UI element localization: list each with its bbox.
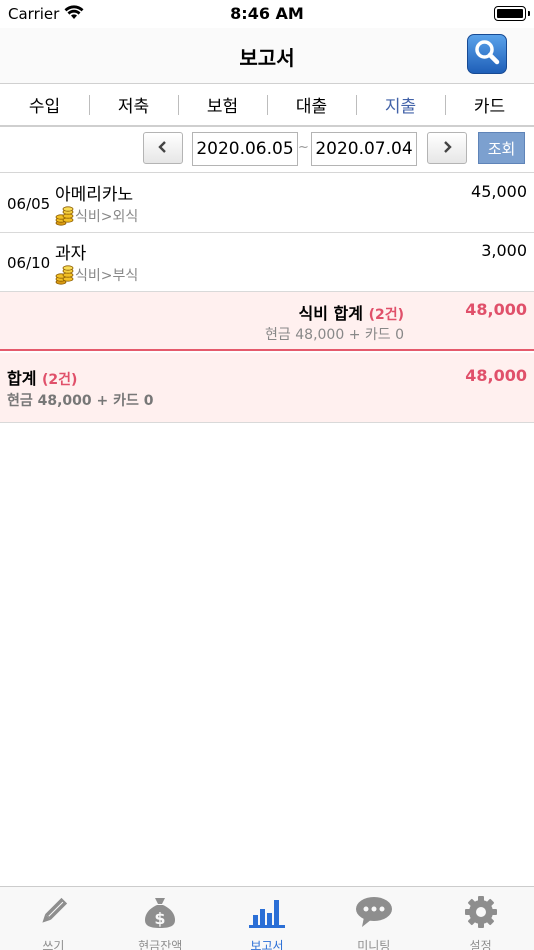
chevron-right-icon — [442, 139, 452, 158]
entry-amount: 45,000 — [471, 182, 527, 201]
query-button[interactable]: 조회 — [478, 132, 525, 164]
search-button[interactable] — [467, 34, 507, 74]
tab-label: 저축 — [117, 97, 150, 117]
tab-settings[interactable]: 설정 — [427, 887, 534, 950]
tab-label: 카드 — [473, 97, 506, 117]
total-label: 합계 — [7, 369, 37, 388]
date-filter: 2020.06.05 ~ 2020.07.04 조회 — [0, 127, 534, 173]
coins-icon — [55, 265, 74, 289]
tab-loan[interactable]: 대출 — [267, 84, 356, 125]
tab-bar-label: 보고서 — [250, 939, 284, 950]
entry-name: 아메리카노 — [55, 185, 134, 205]
entry-amount: 3,000 — [481, 241, 527, 260]
bottom-tab-bar: 쓰기 $ 현금잔액 보고서 미니팅 설정 — [0, 886, 534, 950]
end-date-value: 2020.07.04 — [315, 139, 413, 159]
status-bar: Carrier 8:46 AM — [0, 0, 534, 28]
date-separator: ~ — [298, 140, 309, 155]
page-title: 보고서 — [239, 46, 295, 70]
entry-date: 06/05 — [7, 195, 51, 213]
navigation-bar: 보고서 — [0, 28, 534, 84]
chat-bubble-icon — [354, 895, 394, 933]
tab-income[interactable]: 수입 — [0, 84, 89, 125]
subtotal-count: (2건) — [368, 307, 404, 323]
money-bag-icon: $ — [143, 895, 177, 933]
next-period-button[interactable] — [427, 132, 467, 164]
entry-date: 06/10 — [7, 254, 51, 272]
tab-expense[interactable]: 지출 — [356, 84, 445, 125]
pencil-icon — [36, 895, 70, 933]
entry-name: 과자 — [55, 244, 87, 264]
total-amount: 48,000 — [465, 366, 527, 385]
clock: 8:46 AM — [230, 4, 304, 23]
grand-total: 합계 (2건) 48,000 현금 48,000 + 카드 0 — [0, 353, 534, 423]
chevron-left-icon — [158, 139, 168, 158]
tab-meeting[interactable]: 미니팅 — [320, 887, 427, 950]
entry-category: 식비>외식 — [75, 209, 139, 225]
tab-report[interactable]: 보고서 — [214, 887, 321, 950]
start-date-field[interactable]: 2020.06.05 — [192, 132, 298, 166]
total-count: (2건) — [42, 372, 78, 388]
tab-bar-label: 미니팅 — [357, 939, 391, 950]
entry-category: 식비>부식 — [75, 268, 139, 284]
subtotal-detail: 현금 48,000 + 카드 0 — [265, 327, 404, 343]
list-item[interactable]: 06/10 과자 식비>부식 3,000 — [0, 233, 534, 292]
total-label-group: 합계 (2건) — [7, 365, 77, 389]
svg-text:$: $ — [155, 909, 166, 928]
tab-insurance[interactable]: 보험 — [178, 84, 267, 125]
report-screen: Carrier 8:46 AM 보고서 수입 저축 보험 대출 지출 카드 20… — [0, 0, 534, 950]
tab-label: 대출 — [295, 97, 328, 117]
tab-label: 보험 — [206, 97, 239, 117]
previous-period-button[interactable] — [143, 132, 183, 164]
tab-bar-label: 현금잔액 — [138, 939, 183, 950]
subtotal-label: 식비 합계 — [298, 304, 363, 323]
gear-icon — [464, 895, 498, 933]
category-subtotal: 식비 합계 (2건) 48,000 현금 48,000 + 카드 0 — [0, 292, 534, 351]
battery-icon — [494, 6, 530, 21]
search-icon — [473, 38, 501, 70]
list-item[interactable]: 06/05 아메리카노 식비>외식 45,000 — [0, 174, 534, 233]
tab-bar-label: 쓰기 — [42, 939, 65, 950]
tab-savings[interactable]: 저축 — [89, 84, 178, 125]
tab-write[interactable]: 쓰기 — [0, 887, 107, 950]
tab-label: 지출 — [384, 97, 417, 117]
bar-chart-icon — [247, 895, 287, 933]
start-date-value: 2020.06.05 — [196, 139, 294, 159]
total-detail: 현금 48,000 + 카드 0 — [7, 393, 154, 409]
coins-icon — [55, 206, 74, 230]
tab-bar-label: 설정 — [469, 939, 492, 950]
tab-label: 수입 — [28, 97, 61, 117]
end-date-field[interactable]: 2020.07.04 — [311, 132, 417, 166]
tab-cash-balance[interactable]: $ 현금잔액 — [107, 887, 214, 950]
category-tabs: 수입 저축 보험 대출 지출 카드 — [0, 84, 534, 127]
subtotal-label-group: 식비 합계 (2건) — [299, 300, 404, 324]
subtotal-amount: 48,000 — [465, 300, 527, 319]
tab-card[interactable]: 카드 — [445, 84, 534, 125]
